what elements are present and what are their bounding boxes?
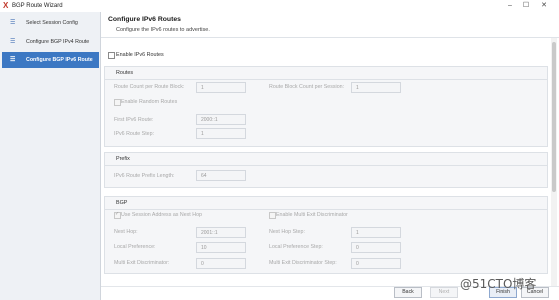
next-button[interactable]: Next <box>430 287 458 298</box>
med-field[interactable]: 0 <box>196 258 246 269</box>
page-subtitle: Configure the IPv6 routes to advertise. <box>116 27 210 33</box>
med-label: Multi Exit Discriminator: <box>114 260 170 266</box>
route-count-label: Route Count per Route Block: <box>114 84 185 90</box>
local-preference-step-label: Local Preference Step: <box>269 244 323 250</box>
routes-group: Routes <box>104 66 548 147</box>
local-preference-step-field[interactable]: 0 <box>351 242 401 253</box>
sidebar-item-configure-ipv6-route[interactable]: ☰ Configure BGP IPv6 Route <box>2 52 99 68</box>
sidebar-item-label: Configure BGP IPv4 Route <box>26 39 90 45</box>
page-title: Configure IPv6 Routes <box>108 16 181 23</box>
window-title: BGP Route Wizard <box>12 3 63 9</box>
enable-random-routes-label: Enable Random Routes <box>121 99 178 105</box>
enable-ipv6-routes-label: Enable IPv6 Routes <box>116 52 164 58</box>
header-divider <box>101 37 559 38</box>
use-session-address-label: Use Session Address as Next Hop <box>121 212 202 218</box>
local-preference-label: Local Preference: <box>114 244 156 250</box>
next-hop-step-label: Next Hop Step: <box>269 229 305 235</box>
enable-ipv6-routes-checkbox[interactable] <box>108 52 115 59</box>
close-button[interactable]: ✕ <box>537 0 551 11</box>
sidebar-divider <box>100 12 101 300</box>
routes-group-header: Routes <box>105 67 547 80</box>
app-logo-icon: X <box>3 1 9 10</box>
list-icon: ☰ <box>10 20 16 26</box>
scrollbar-thumb[interactable] <box>552 42 556 192</box>
enable-med-label: Enable Multi Exit Discriminator <box>276 212 348 218</box>
sidebar-item-configure-ipv4-route[interactable]: ☰ Configure BGP IPv4 Route <box>2 34 99 50</box>
prefix-group: Prefix <box>104 152 548 188</box>
route-block-count-label: Route Block Count per Session: <box>269 84 345 90</box>
first-ipv6-route-label: First IPv6 Route: <box>114 117 154 123</box>
maximize-button[interactable]: ☐ <box>519 0 533 11</box>
prefix-group-title: Prefix <box>116 156 130 162</box>
watermark: @51CTO博客 <box>460 277 537 291</box>
sidebar-item-select-session-config[interactable]: ☰ Select Session Config <box>2 15 99 31</box>
list-icon: ☰ <box>10 39 16 45</box>
enable-random-routes-checkbox[interactable] <box>114 99 121 106</box>
local-preference-field[interactable]: 10 <box>196 242 246 253</box>
prefix-group-header: Prefix <box>105 153 547 166</box>
med-step-field[interactable]: 0 <box>351 258 401 269</box>
next-hop-field[interactable]: 2001::1 <box>196 227 246 238</box>
enable-med-checkbox[interactable] <box>269 212 276 219</box>
ipv6-prefix-length-field[interactable]: 64 <box>196 170 246 181</box>
back-button[interactable]: Back <box>394 287 422 298</box>
med-step-label: Multi Exit Discriminator Step: <box>269 260 337 266</box>
bgp-group-title: BGP <box>116 200 128 206</box>
ipv6-prefix-length-label: IPv6 Route Prefix Length: <box>114 173 175 179</box>
route-count-field[interactable]: 1 <box>196 82 246 93</box>
route-block-count-field[interactable]: 1 <box>351 82 401 93</box>
minimize-button[interactable]: – <box>503 0 517 11</box>
routes-group-title: Routes <box>116 70 134 76</box>
bgp-group-header: BGP <box>105 197 547 210</box>
checkmark-icon: ✓ <box>115 211 120 217</box>
sidebar-item-label: Select Session Config <box>26 20 78 26</box>
first-ipv6-route-field[interactable]: 2000::1 <box>196 114 246 125</box>
ipv6-route-step-field[interactable]: 1 <box>196 128 246 139</box>
ipv6-route-step-label: IPv6 Route Step: <box>114 131 155 137</box>
use-session-address-checkbox[interactable]: ✓ <box>114 211 121 219</box>
next-hop-label: Next Hop: <box>114 229 138 235</box>
next-hop-step-field[interactable]: 1 <box>351 227 401 238</box>
list-icon: ☰ <box>10 57 16 63</box>
sidebar-item-label: Configure BGP IPv6 Route <box>26 57 93 63</box>
title-bar: X BGP Route Wizard – ☐ ✕ <box>0 0 559 12</box>
